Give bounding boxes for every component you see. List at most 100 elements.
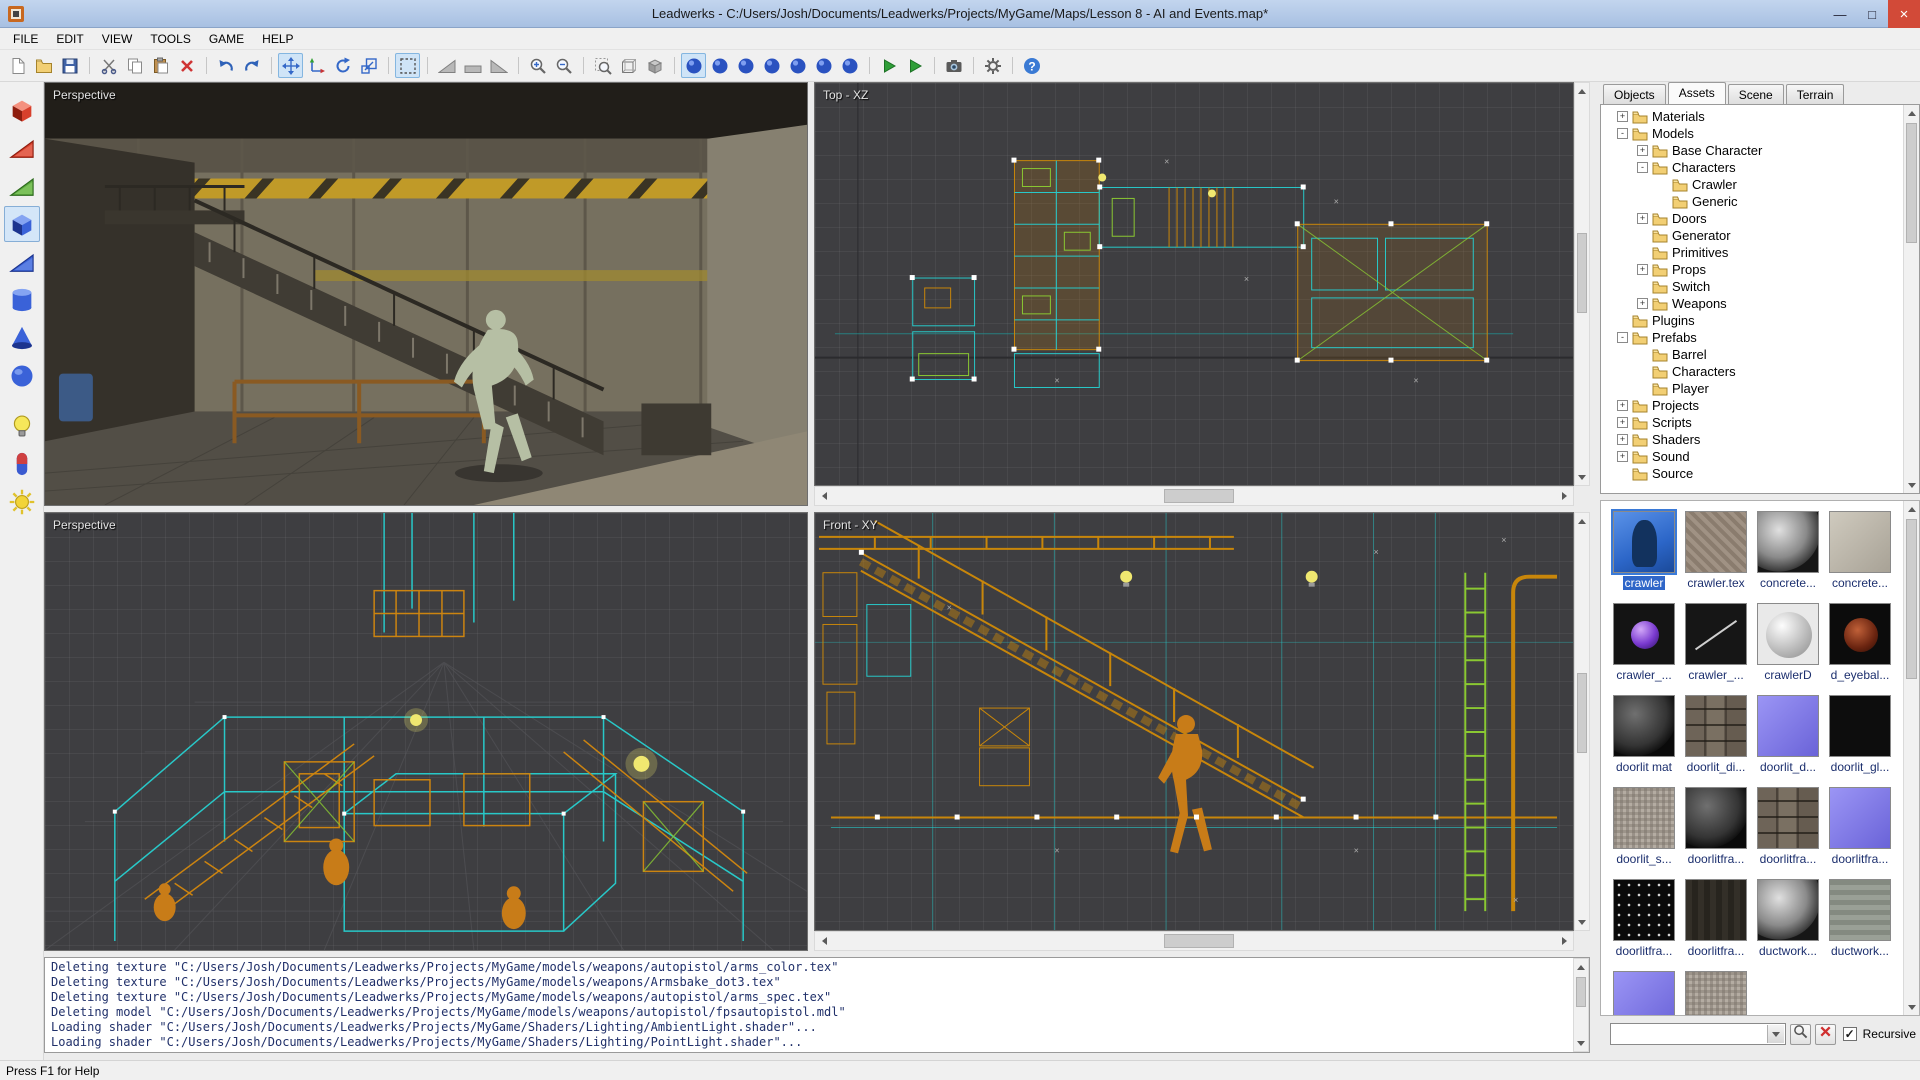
asset-thumbnail[interactable]: doorlit_di...: [1681, 695, 1751, 774]
asset-thumbnail[interactable]: doorlit_gl...: [1825, 695, 1895, 774]
tree-expander[interactable]: -: [1637, 162, 1648, 173]
tree-expander[interactable]: +: [1637, 145, 1648, 156]
wireframe-view-button[interactable]: [616, 53, 641, 78]
tree-item[interactable]: + Sound: [1603, 448, 1902, 465]
scroll-down-button[interactable]: [1904, 477, 1919, 493]
tree-expander[interactable]: +: [1617, 417, 1628, 428]
tree-item[interactable]: - Characters: [1603, 159, 1902, 176]
asset-thumbnail[interactable]: ductwork...: [1825, 879, 1895, 958]
asset-filter-combo[interactable]: [1610, 1023, 1786, 1045]
undo-button[interactable]: [213, 53, 238, 78]
scroll-right-button[interactable]: [1555, 932, 1573, 950]
solid-view-button[interactable]: [642, 53, 667, 78]
asset-thumbnail[interactable]: doorlitfra...: [1681, 879, 1751, 958]
tree-item[interactable]: Switch: [1603, 278, 1902, 295]
asset-thumbnail[interactable]: doorlitfra...: [1681, 787, 1751, 866]
tab-scene[interactable]: Scene: [1728, 84, 1784, 104]
asset-thumbnail[interactable]: doorlit_s...: [1609, 787, 1679, 866]
copy-button[interactable]: [122, 53, 147, 78]
vscroll-thumb[interactable]: [1906, 519, 1917, 679]
tree-expander[interactable]: -: [1617, 128, 1628, 139]
camera-right-button[interactable]: [785, 53, 810, 78]
menu-item[interactable]: HELP: [253, 29, 302, 49]
asset-thumbnail[interactable]: doorlit_d...: [1753, 695, 1823, 774]
scroll-up-button[interactable]: [1575, 513, 1589, 529]
viewport-perspective-wireframe[interactable]: Perspective: [44, 512, 808, 951]
combo-dropdown-button[interactable]: [1767, 1025, 1784, 1043]
vscroll-thumb[interactable]: [1906, 123, 1917, 243]
camera-bottom-button[interactable]: [837, 53, 862, 78]
top-viewport-hscrollbar[interactable]: [814, 486, 1574, 506]
asset-thumbnail[interactable]: d_eyebal...: [1825, 603, 1895, 682]
save-button[interactable]: [57, 53, 82, 78]
open-button[interactable]: [31, 53, 56, 78]
select-tool[interactable]: [278, 53, 303, 78]
brush-wedge-blue[interactable]: [4, 244, 40, 280]
scroll-up-button[interactable]: [1904, 501, 1919, 517]
tree-item[interactable]: Characters: [1603, 363, 1902, 380]
tree-expander[interactable]: +: [1617, 400, 1628, 411]
scroll-right-button[interactable]: [1555, 487, 1573, 505]
brush-wedge-red[interactable]: [4, 130, 40, 166]
viewport-front-xy[interactable]: ×××××× Front - XY: [814, 512, 1574, 931]
zoom-extents-button[interactable]: [590, 53, 615, 78]
debug-game-button[interactable]: [902, 53, 927, 78]
tree-item[interactable]: Player: [1603, 380, 1902, 397]
tree-item[interactable]: Barrel: [1603, 346, 1902, 363]
asset-thumbnail[interactable]: ductwork...: [1753, 879, 1823, 958]
brush-box-red[interactable]: [4, 92, 40, 128]
asset-thumbnail[interactable]: doorlitfra...: [1825, 787, 1895, 866]
brush-sphere-blue[interactable]: [4, 358, 40, 394]
tree-expander[interactable]: +: [1637, 213, 1648, 224]
viewport-top-xz[interactable]: ××××× Top - XZ: [814, 82, 1574, 486]
slope-up-tool[interactable]: [434, 53, 459, 78]
translate-tool[interactable]: [304, 53, 329, 78]
scale-tool[interactable]: [356, 53, 381, 78]
brush-wedge-green[interactable]: [4, 168, 40, 204]
vscroll-thumb[interactable]: [1577, 673, 1587, 753]
paste-button[interactable]: [148, 53, 173, 78]
camera-left-button[interactable]: [759, 53, 784, 78]
asset-thumbnail[interactable]: doorlitfra...: [1753, 787, 1823, 866]
tree-expander[interactable]: +: [1617, 111, 1628, 122]
tab-terrain[interactable]: Terrain: [1786, 84, 1845, 104]
cut-button[interactable]: [96, 53, 121, 78]
screenshot-button[interactable]: [941, 53, 966, 78]
delete-button[interactable]: [174, 53, 199, 78]
hscroll-thumb[interactable]: [1164, 934, 1234, 948]
scroll-down-button[interactable]: [1575, 914, 1589, 930]
tree-item[interactable]: Crawler: [1603, 176, 1902, 193]
scroll-down-button[interactable]: [1575, 469, 1589, 485]
asset-thumbnail[interactable]: [1609, 971, 1679, 1016]
rotate-tool[interactable]: [330, 53, 355, 78]
zoom-select-tool[interactable]: [395, 53, 420, 78]
asset-thumbnail[interactable]: crawler.tex: [1681, 511, 1751, 590]
scroll-down-button[interactable]: [1904, 999, 1919, 1015]
help-button[interactable]: ?: [1019, 53, 1044, 78]
camera-front-button[interactable]: [707, 53, 732, 78]
new-button[interactable]: [5, 53, 30, 78]
slope-down-tool[interactable]: [486, 53, 511, 78]
menu-item[interactable]: EDIT: [47, 29, 92, 49]
run-game-button[interactable]: [876, 53, 901, 78]
vscroll-thumb[interactable]: [1576, 977, 1586, 1007]
brush-box-blue[interactable]: [4, 206, 40, 242]
asset-thumbnail[interactable]: crawler_...: [1681, 603, 1751, 682]
top-viewport-vscrollbar[interactable]: [1574, 82, 1590, 486]
tree-item[interactable]: + Projects: [1603, 397, 1902, 414]
tab-objects[interactable]: Objects: [1603, 84, 1666, 104]
bottom-viewport-vscrollbar[interactable]: [1574, 512, 1590, 931]
scroll-down-button[interactable]: [1574, 1035, 1588, 1051]
asset-thumbnail[interactable]: concrete...: [1753, 511, 1823, 590]
tree-expander[interactable]: +: [1617, 434, 1628, 445]
zoom-out-button[interactable]: [551, 53, 576, 78]
tree-item[interactable]: + Scripts: [1603, 414, 1902, 431]
menu-item[interactable]: TOOLS: [141, 29, 199, 49]
tree-item[interactable]: Source: [1603, 465, 1902, 482]
hscroll-thumb[interactable]: [1164, 489, 1234, 503]
tree-item[interactable]: Generic: [1603, 193, 1902, 210]
viewport-perspective-rendered[interactable]: Perspective: [44, 82, 808, 506]
tree-item[interactable]: Primitives: [1603, 244, 1902, 261]
options-button[interactable]: [980, 53, 1005, 78]
tree-item[interactable]: - Models: [1603, 125, 1902, 142]
